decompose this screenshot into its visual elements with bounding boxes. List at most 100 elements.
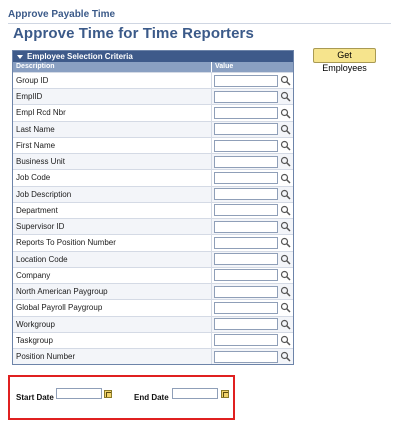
breadcrumb-title: Approve Payable Time xyxy=(8,9,116,20)
criteria-row-value-cell xyxy=(212,236,293,249)
lookup-magnifier-icon[interactable] xyxy=(280,286,291,297)
criteria-row: Department xyxy=(13,201,293,219)
criteria-row: Job Description xyxy=(13,185,293,202)
criteria-row: Supervisor ID xyxy=(13,218,293,235)
lookup-magnifier-icon[interactable] xyxy=(280,319,291,330)
criteria-row-value-cell xyxy=(212,204,293,217)
criteria-row: Reports To Position Number xyxy=(13,234,293,251)
lookup-magnifier-icon[interactable] xyxy=(280,335,291,346)
get-employees-button[interactable]: Get Employees xyxy=(313,48,376,73)
page-title: Approve Time for Time Reporters xyxy=(13,25,254,42)
criteria-row-value-cell xyxy=(212,350,293,363)
lookup-magnifier-icon[interactable] xyxy=(280,156,291,167)
lookup-magnifier-icon[interactable] xyxy=(280,221,291,232)
criteria-row-label: Empl Rcd Nbr xyxy=(13,105,212,121)
employee-selection-criteria-panel: Employee Selection Criteria Description … xyxy=(12,50,294,366)
criteria-row: Group ID xyxy=(13,72,293,89)
end-date-calendar-icon[interactable] xyxy=(221,390,229,398)
lookup-magnifier-icon[interactable] xyxy=(280,254,291,265)
lookup-magnifier-icon[interactable] xyxy=(280,124,291,135)
criteria-row-value-cell xyxy=(212,188,293,201)
lookup-magnifier-icon[interactable] xyxy=(280,205,291,216)
criteria-value-input[interactable] xyxy=(214,139,278,152)
lookup-magnifier-icon[interactable] xyxy=(280,173,291,184)
lookup-magnifier-icon[interactable] xyxy=(280,351,291,362)
criteria-row: Business Unit xyxy=(13,153,293,170)
criteria-value-input[interactable] xyxy=(214,318,278,331)
criteria-value-input[interactable] xyxy=(214,172,278,185)
date-range-box: Start Date End Date xyxy=(8,375,235,420)
criteria-row-value-cell xyxy=(212,318,293,331)
criteria-row-value-cell xyxy=(212,172,293,185)
criteria-row-value-cell xyxy=(212,107,293,120)
criteria-row-label: Reports To Position Number xyxy=(13,235,212,251)
criteria-value-input[interactable] xyxy=(214,253,278,266)
criteria-row-label: Department xyxy=(13,202,212,219)
criteria-row: Company xyxy=(13,266,293,284)
criteria-row-label: EmplID xyxy=(13,89,212,105)
criteria-row-label: North American Paygroup xyxy=(13,284,212,300)
start-date-label: Start Date xyxy=(16,393,54,402)
criteria-row-value-cell xyxy=(212,285,293,298)
criteria-row-label: Last Name xyxy=(13,121,212,137)
lookup-magnifier-icon[interactable] xyxy=(280,270,291,281)
criteria-row: Position Number xyxy=(13,347,293,365)
criteria-row-label: Business Unit xyxy=(13,154,212,170)
criteria-value-input[interactable] xyxy=(214,350,278,363)
criteria-row-label: Global Payroll Paygroup xyxy=(13,300,212,316)
criteria-value-input[interactable] xyxy=(214,301,278,314)
criteria-row: North American Paygroup xyxy=(13,283,293,300)
criteria-row: Location Code xyxy=(13,250,293,267)
criteria-row: Global Payroll Paygroup xyxy=(13,299,293,316)
criteria-value-input[interactable] xyxy=(214,236,278,249)
criteria-row: Empl Rcd Nbr xyxy=(13,104,293,121)
column-header-description: Description xyxy=(13,62,212,72)
criteria-value-input[interactable] xyxy=(214,269,278,282)
criteria-row-label: First Name xyxy=(13,137,212,154)
criteria-value-input[interactable] xyxy=(214,155,278,168)
criteria-row-value-cell xyxy=(212,90,293,103)
criteria-value-input[interactable] xyxy=(214,90,278,103)
criteria-row-value-cell xyxy=(212,220,293,233)
panel-header[interactable]: Employee Selection Criteria xyxy=(13,51,293,62)
criteria-row-label: Supervisor ID xyxy=(13,219,212,235)
lookup-magnifier-icon[interactable] xyxy=(280,140,291,151)
column-header-value: Value xyxy=(215,63,234,70)
lookup-magnifier-icon[interactable] xyxy=(280,237,291,248)
criteria-value-input[interactable] xyxy=(214,74,278,87)
criteria-value-input[interactable] xyxy=(214,285,278,298)
criteria-value-input[interactable] xyxy=(214,334,278,347)
criteria-value-input[interactable] xyxy=(214,220,278,233)
criteria-value-input[interactable] xyxy=(214,123,278,136)
lookup-magnifier-icon[interactable] xyxy=(280,75,291,86)
criteria-rows: Group ID EmplID Empl Rcd Nbr Last Name First… xyxy=(13,72,293,365)
page-header: Approve Payable Time xyxy=(8,9,391,24)
criteria-row: Job Code xyxy=(13,169,293,186)
end-date-input[interactable] xyxy=(172,388,218,399)
criteria-value-input[interactable] xyxy=(214,107,278,120)
panel-title: Employee Selection Criteria xyxy=(27,52,133,61)
lookup-magnifier-icon[interactable] xyxy=(280,91,291,102)
collapse-arrow-icon[interactable] xyxy=(17,54,23,59)
criteria-row-label: Company xyxy=(13,267,212,284)
criteria-value-input[interactable] xyxy=(214,188,278,201)
criteria-row-value-cell xyxy=(212,301,293,314)
criteria-row-value-cell xyxy=(212,123,293,136)
criteria-row-label: Job Code xyxy=(13,170,212,186)
criteria-row-label: Group ID xyxy=(13,73,212,89)
start-date-calendar-icon[interactable] xyxy=(104,390,112,398)
lookup-magnifier-icon[interactable] xyxy=(280,108,291,119)
lookup-magnifier-icon[interactable] xyxy=(280,189,291,200)
grid-column-headers: Description Value xyxy=(13,62,293,72)
criteria-row-value-cell xyxy=(212,253,293,266)
criteria-row-value-cell xyxy=(212,74,293,87)
lookup-magnifier-icon[interactable] xyxy=(280,302,291,313)
start-date-input[interactable] xyxy=(56,388,102,399)
end-date-label: End Date xyxy=(134,393,169,402)
criteria-row-value-cell xyxy=(212,334,293,347)
criteria-row: Last Name xyxy=(13,120,293,137)
criteria-row: First Name xyxy=(13,136,293,154)
criteria-value-input[interactable] xyxy=(214,204,278,217)
criteria-row: EmplID xyxy=(13,88,293,105)
criteria-row: Taskgroup xyxy=(13,331,293,348)
